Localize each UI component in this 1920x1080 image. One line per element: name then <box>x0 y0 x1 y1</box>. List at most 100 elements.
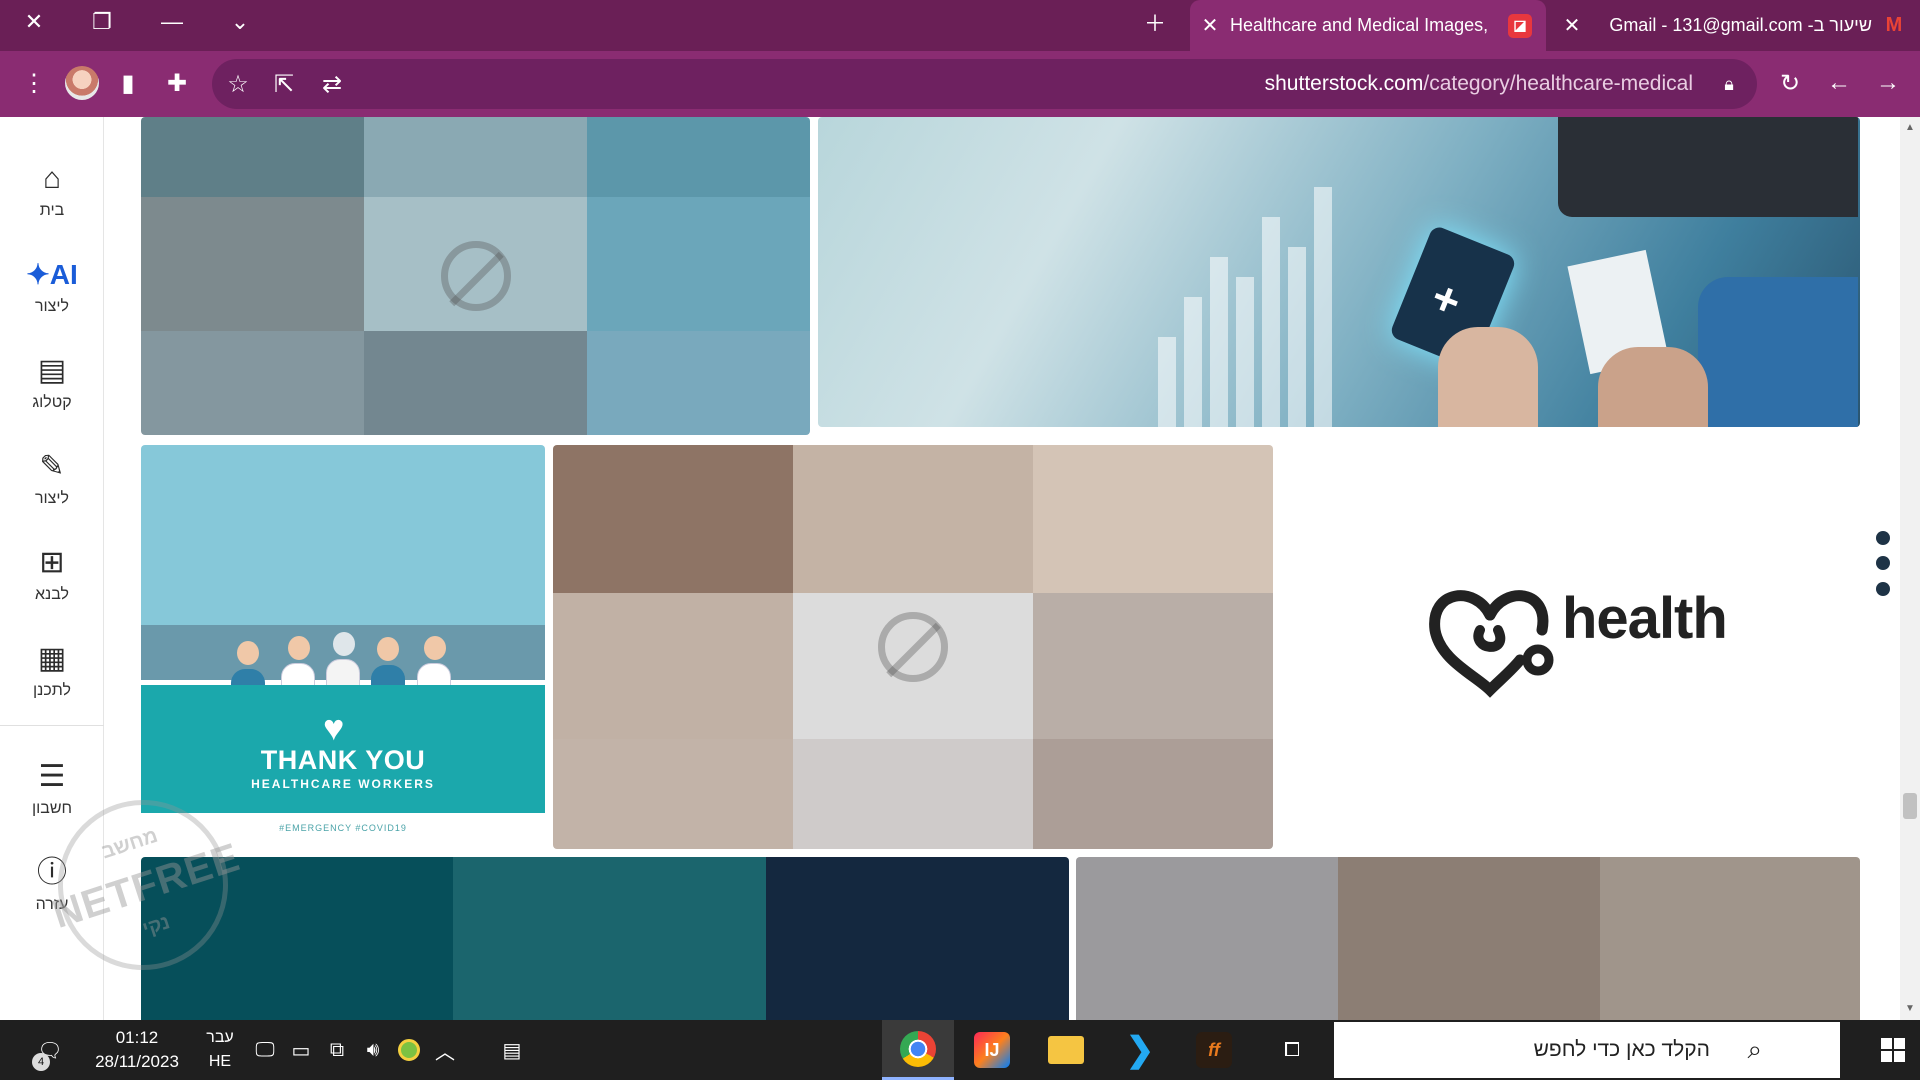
heart-stethoscope-icon <box>1429 590 1554 698</box>
sidebar-item-home[interactable]: ⌂ בית <box>0 151 104 231</box>
thanks-subtitle: HEALTHCARE WORKERS <box>251 777 435 791</box>
new-tab-button[interactable]: ＋ <box>1131 0 1179 44</box>
sidebar-item-build[interactable]: ⊞ לבנא <box>0 535 104 615</box>
language-code: HE <box>208 1053 232 1070</box>
netfree-tray-icon[interactable] <box>394 1020 424 1080</box>
side-panel-icon[interactable]: ▮ <box>106 61 150 105</box>
search-icon: ⌕ <box>1747 1034 1762 1064</box>
bookmark-star-icon[interactable]: ☆ <box>216 62 260 106</box>
share-icon[interactable]: ⇱ <box>262 62 306 106</box>
windows-logo-icon <box>1881 1038 1905 1062</box>
network-icon[interactable]: 🖵︎ <box>250 1020 280 1080</box>
show-hidden-icons-icon[interactable]: ︿ <box>430 1020 460 1080</box>
language-indicator[interactable]: עבר HE <box>198 1026 242 1074</box>
chrome-icon <box>900 1030 936 1067</box>
start-button[interactable] <box>1866 1020 1920 1080</box>
window-restore-button[interactable]: ❐ <box>78 0 126 44</box>
sidebar-item-label: לבנא <box>35 586 69 603</box>
pager-dot[interactable] <box>1876 531 1890 545</box>
tab-gmail[interactable]: ✕ שיעור ב- Gmail - 131@gmail.com M <box>1552 0 1920 51</box>
translate-icon[interactable]: ⇄ <box>310 62 354 106</box>
catalog-icon: ▤ <box>37 354 67 387</box>
lock-icon[interactable]: 🔒︎ <box>1707 62 1751 106</box>
sidebar-item-ai-create[interactable]: ✦AI ליצור <box>0 247 104 327</box>
taskbar-app-intellij[interactable]: IJ <box>956 1020 1028 1080</box>
task-view-icon[interactable]: ⧠ <box>1262 1020 1322 1080</box>
image-tile-placeholder[interactable] <box>141 857 1069 1020</box>
scroll-up-icon[interactable]: ▲ <box>1903 121 1917 135</box>
intellij-icon: IJ <box>974 1032 1010 1068</box>
url-path: /category/healthcare-medical <box>1423 72 1693 95</box>
image-unavailable-icon <box>878 612 948 682</box>
sidebar-item-label: חשבון <box>31 800 73 817</box>
menu-kebab-icon[interactable]: ⋮ <box>12 61 56 105</box>
sidebar-item-catalog[interactable]: ▤ קטלוג <box>0 343 104 423</box>
taskbar-search[interactable]: הקלד כאן כדי לחפש ⌕ <box>1334 1022 1840 1078</box>
page-scrollbar[interactable]: ▲ ▼ <box>1900 117 1920 1020</box>
sidebar-item-create[interactable]: ✎ ליצור <box>0 439 104 519</box>
search-placeholder: הקלד כאן כדי לחפש <box>1533 1038 1710 1061</box>
tab-shutterstock[interactable]: ✕ Healthcare and Medical Images, ◪ <box>1190 0 1546 51</box>
sidebar-item-label: לתכנן <box>33 682 71 699</box>
url-text[interactable]: shutterstock.com/category/healthcare-med… <box>1265 72 1693 96</box>
forward-arrow-icon[interactable]: → <box>1866 61 1910 105</box>
vscode-icon: ❯ <box>1125 1031 1155 1069</box>
scroll-down-icon[interactable]: ▼ <box>1903 1002 1917 1016</box>
image-tile-health-logo[interactable]: health <box>1280 445 1860 849</box>
sidebar-divider <box>0 725 104 726</box>
taskbar-app-chrome[interactable] <box>882 1020 954 1080</box>
image-tile-placeholder[interactable] <box>1076 857 1860 1020</box>
reload-icon[interactable]: ↻ <box>1768 61 1812 105</box>
notifications-button[interactable]: 🗨︎ 4 <box>22 1020 78 1080</box>
health-logo-text: health <box>1562 586 1728 651</box>
templates-icon: ⊞ <box>39 546 65 579</box>
profile-avatar[interactable] <box>60 61 104 105</box>
window-minimize-button[interactable]: — <box>148 0 196 44</box>
tab-close-icon[interactable]: ✕ <box>1190 13 1230 38</box>
back-arrow-icon[interactable]: ← <box>1817 61 1861 105</box>
image-tile-thank-you-workers[interactable]: ♥ THANK YOU HEALTHCARE WORKERS #EMERGENC… <box>141 445 545 849</box>
sidebar-item-account[interactable]: ☰ חשבון <box>0 749 104 829</box>
volume-icon[interactable]: 🔊︎ <box>358 1020 388 1080</box>
gmail-favicon-icon: M <box>1885 14 1903 36</box>
list-icon: ☰ <box>38 760 66 793</box>
address-bar[interactable]: ☆ ⇱ ⇄ shutterstock.com/category/healthca… <box>212 59 1757 109</box>
language-name: עבר <box>206 1029 234 1046</box>
pager-dot[interactable] <box>1876 556 1890 570</box>
taskbar-app-vscode[interactable]: ❯ <box>1104 1020 1176 1080</box>
sidebar-item-label: בית <box>39 202 65 219</box>
extensions-puzzle-icon[interactable]: ✚ <box>155 61 199 105</box>
window-close-button[interactable]: ✕ <box>10 0 58 44</box>
battery-icon[interactable]: ▭ <box>286 1020 316 1080</box>
home-icon: ⌂ <box>42 162 62 195</box>
browser-toolbar: ⋮ ▮ ✚ ☆ ⇱ ⇄ shutterstock.com/category/he… <box>0 51 1920 117</box>
clock-time: 01:12 <box>115 1028 159 1047</box>
scroll-thumb[interactable] <box>1903 793 1917 819</box>
edit-icon: ✎ <box>39 450 65 483</box>
pager-dot[interactable] <box>1876 582 1890 596</box>
windows-taskbar: 🗨︎ 4 01:12 28/11/2023 עבר HE 🖵︎ ▭ ⧉ 🔊︎ ︿… <box>0 1020 1920 1080</box>
tab-title: Healthcare and Medical Images, <box>1230 15 1489 35</box>
taskbar-app-fontforge[interactable]: ff <box>1178 1020 1250 1080</box>
thanks-title: THANK YOU <box>260 745 426 775</box>
display-icon[interactable]: ⧉ <box>322 1020 352 1080</box>
ai-badge: AI <box>49 259 78 290</box>
clock-date: 28/11/2023 <box>95 1052 179 1071</box>
calendar-icon: ▦ <box>37 642 67 675</box>
taskbar-app-file-explorer[interactable] <box>1030 1020 1102 1080</box>
sidebar-item-label: קטלוג <box>32 394 72 411</box>
browser-titlebar: ✕ ❐ — ⌄ ＋ ✕ Healthcare and Medical Image… <box>0 0 1920 51</box>
image-tile-placeholder[interactable] <box>141 117 810 435</box>
sidebar-item-plan[interactable]: ▦ לתכנן <box>0 631 104 711</box>
tab-title: שיעור ב- Gmail - 131@gmail.com <box>1609 15 1872 35</box>
heart-icon: ♥ <box>323 707 345 748</box>
tab-close-icon[interactable]: ✕ <box>1552 13 1592 38</box>
sidebar-item-label: ליצור <box>34 490 70 507</box>
clock[interactable]: 01:12 28/11/2023 <box>84 1026 190 1074</box>
news-widget-icon[interactable]: ▤ <box>488 1020 536 1080</box>
fontforge-icon: ff <box>1196 1032 1232 1068</box>
image-tile-placeholder[interactable] <box>553 445 1273 849</box>
notification-badge: 4 <box>32 1053 50 1071</box>
image-tile-healthcare-tech[interactable]: + <box>818 117 1860 427</box>
tab-search-button[interactable]: ⌄ <box>216 0 264 44</box>
